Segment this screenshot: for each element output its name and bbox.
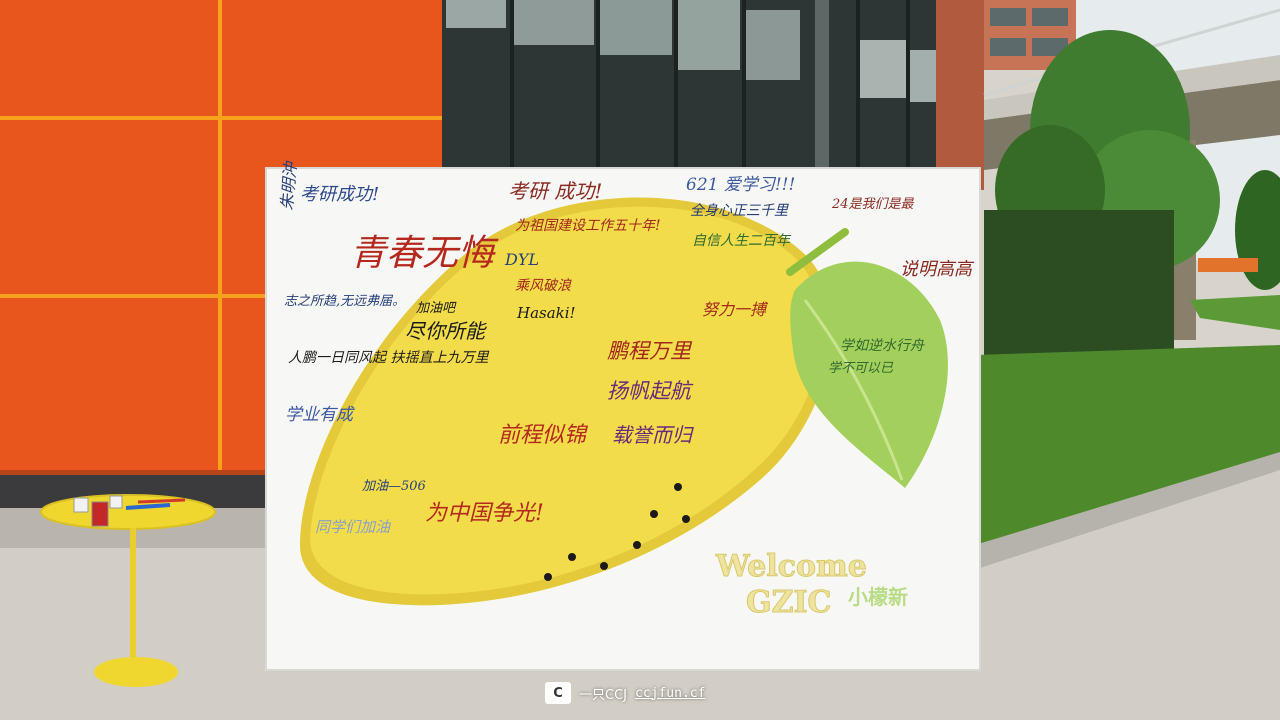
handwriting-note: 621 爱学习!!! [686,175,795,195]
handwriting-note: 为中国争光! [425,501,544,526]
handwriting-note: 同学们加油 [315,518,392,536]
handwriting-note: 前程似锦 [498,423,589,448]
watermark-author: 一只CCJ [579,687,627,703]
handwriting-note: 考研 成功! [508,179,602,203]
handwriting-note: DYL [504,250,539,269]
handwriting-note: 24是我们是最 [831,197,915,212]
handwriting-note: 人鹏一日同风起 扶摇直上九万里 [288,350,489,366]
welcome-text: Welcome [715,549,867,584]
handwriting-note: 志之所趋,无远弗届。 [284,294,405,309]
handwriting-note: 为祖国建设工作五十年! [515,218,661,234]
handwriting-note: 载誉而归 [612,423,694,447]
glass-facade [442,0,938,180]
handwriting-note: 说明高高 [900,259,975,280]
photo-scene: 朱明沖 考研成功! 考研 成功! 621 爱学习!!! 为祖国建设工作五十年! … [0,0,1280,720]
handwriting-note: 扬帆起航 [607,379,694,403]
camera-logo-icon: C [545,682,571,704]
handwriting-note: 加油—506 [362,479,426,494]
handwriting-note: 学如逆水行舟 [840,338,925,354]
handwriting-note: 尽你所能 [405,319,487,343]
handwriting-note: 全身心正三千里 [690,203,789,219]
handwriting-note: 自信人生二百年 [692,233,792,249]
handwriting-note: 鹏程万里 [607,339,693,363]
handwriting-note: 学业有成 [285,405,356,425]
gzic-text: GZIC [746,585,831,620]
watermark: C 一只CCJ ccjfun.cf [545,680,705,706]
handwriting-note: Hasaki! [516,304,576,322]
handwriting-note: 学不可以已 [828,360,894,376]
distant-tent [1198,258,1258,272]
welcome-cn-text: 小檬新 [848,585,908,609]
watermark-url[interactable]: ccjfun.cf [635,686,705,701]
handwriting-note: 努力一搏 [702,300,769,319]
handwriting-note: 青春无悔 [350,233,499,274]
handwriting-note: 加油吧 [416,301,457,316]
handwriting-note: 考研成功! [300,184,379,205]
handwriting-note: 乘风破浪 [515,278,572,294]
